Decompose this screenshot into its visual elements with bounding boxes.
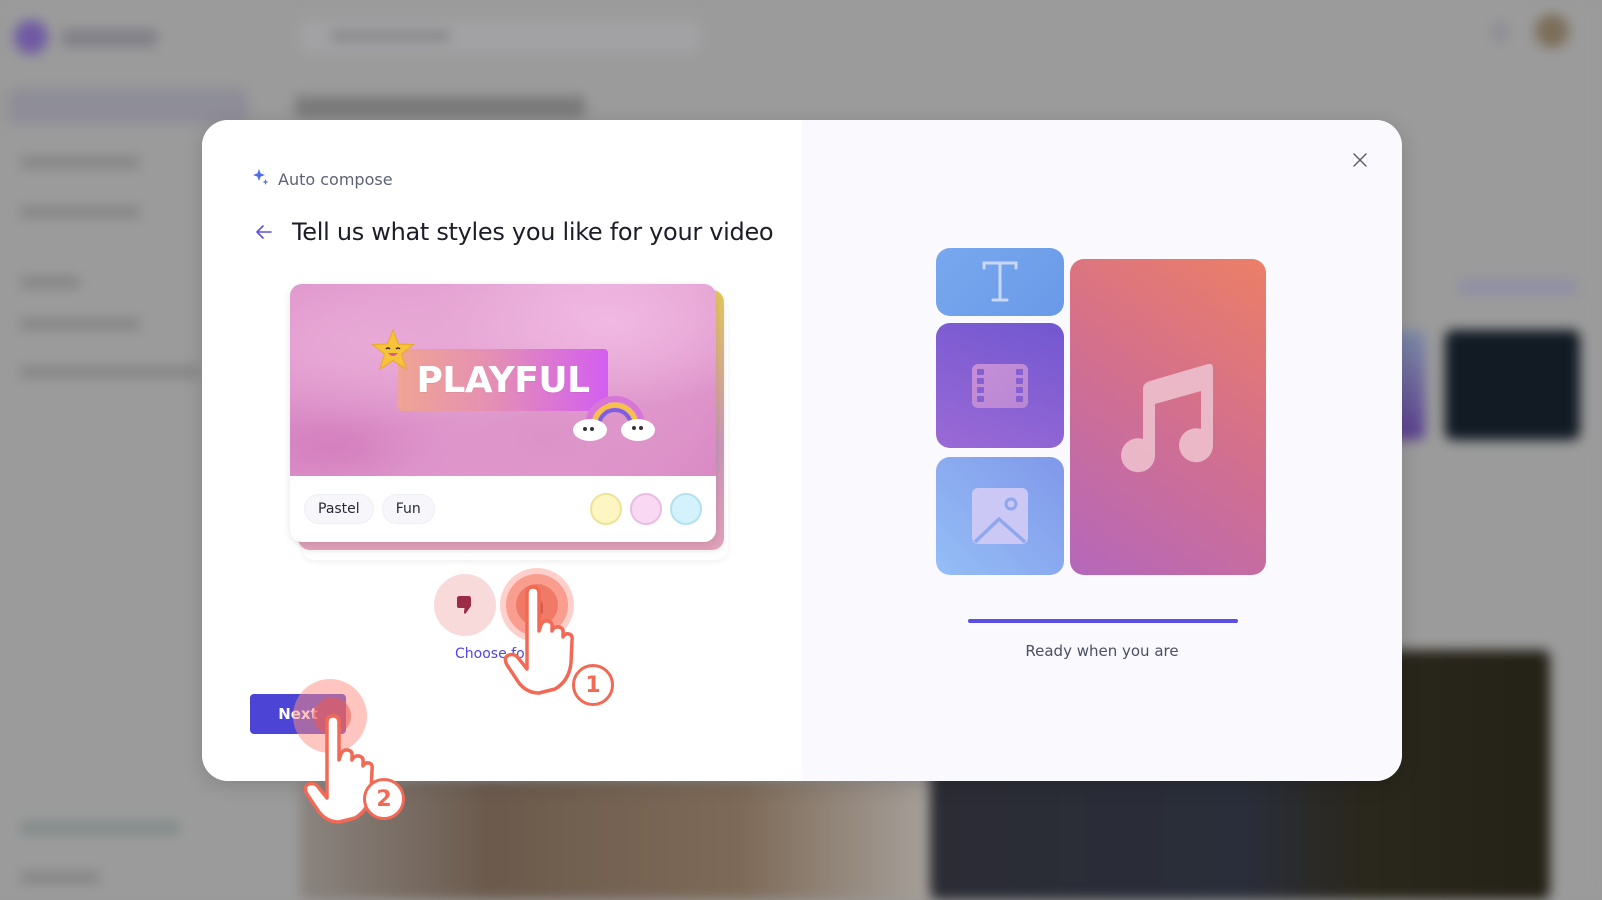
thumbs-down-icon	[456, 596, 471, 614]
thumbnail	[1445, 330, 1580, 440]
section-label: Auto compose	[278, 170, 393, 189]
style-card-footer: Pastel Fun	[290, 476, 716, 542]
choose-for-me-link[interactable]: Choose fo	[455, 646, 525, 662]
sidebar-item-active	[8, 88, 248, 124]
bell-icon	[1490, 22, 1510, 42]
click-highlight-core	[313, 697, 351, 735]
avatar	[1535, 14, 1569, 48]
auto-compose-dialog: Auto compose Tell us what styles you lik…	[202, 120, 1402, 781]
dialog-left-panel: Auto compose Tell us what styles you lik…	[202, 120, 802, 781]
status-text: Ready when you are	[1025, 642, 1179, 660]
sidebar-item	[20, 206, 140, 218]
color-swatch	[630, 493, 662, 525]
style-preview-image: PLAYFUL	[290, 284, 716, 476]
page-heading	[295, 96, 585, 118]
title-row: Tell us what styles you like for your vi…	[252, 218, 774, 246]
style-name: PLAYFUL	[416, 359, 590, 401]
vote-buttons	[434, 568, 574, 642]
style-card-stack: PLAYFUL Pastel Fun	[290, 284, 728, 560]
like-button[interactable]	[500, 568, 574, 642]
section-header: Auto compose	[252, 168, 393, 191]
style-tag: Pastel	[304, 494, 374, 524]
style-card: PLAYFUL Pastel Fun	[290, 284, 716, 542]
sparkle-icon	[252, 168, 270, 191]
style-tag: Fun	[381, 494, 435, 524]
status-wrap: Ready when you are	[902, 120, 1302, 781]
dialog-title: Tell us what styles you like for your vi…	[292, 218, 774, 246]
sidebar-item	[20, 366, 200, 378]
back-button[interactable]	[252, 220, 276, 244]
color-swatch	[670, 493, 702, 525]
sidebar-item	[20, 872, 100, 884]
sidebar-section	[20, 276, 80, 288]
background-link	[1458, 280, 1578, 294]
app-name	[62, 30, 157, 46]
app-logo	[14, 20, 48, 54]
dialog-right-panel: Ready when you are	[802, 120, 1402, 781]
close-icon	[1353, 153, 1367, 167]
step-badge: 1	[572, 664, 614, 706]
close-button[interactable]	[1348, 148, 1372, 172]
sidebar-item	[20, 318, 140, 330]
sidebar-item	[20, 822, 180, 834]
dislike-button[interactable]	[434, 574, 496, 636]
sidebar-item	[20, 156, 140, 168]
step-badge: 2	[363, 778, 405, 820]
rainbow-sticker-icon	[573, 396, 655, 441]
star-sticker-icon	[371, 328, 415, 371]
thumbs-up-icon	[528, 596, 543, 614]
arrow-left-icon	[256, 225, 272, 239]
color-swatch	[590, 493, 622, 525]
search-placeholder	[330, 30, 450, 42]
color-palette	[590, 493, 702, 525]
